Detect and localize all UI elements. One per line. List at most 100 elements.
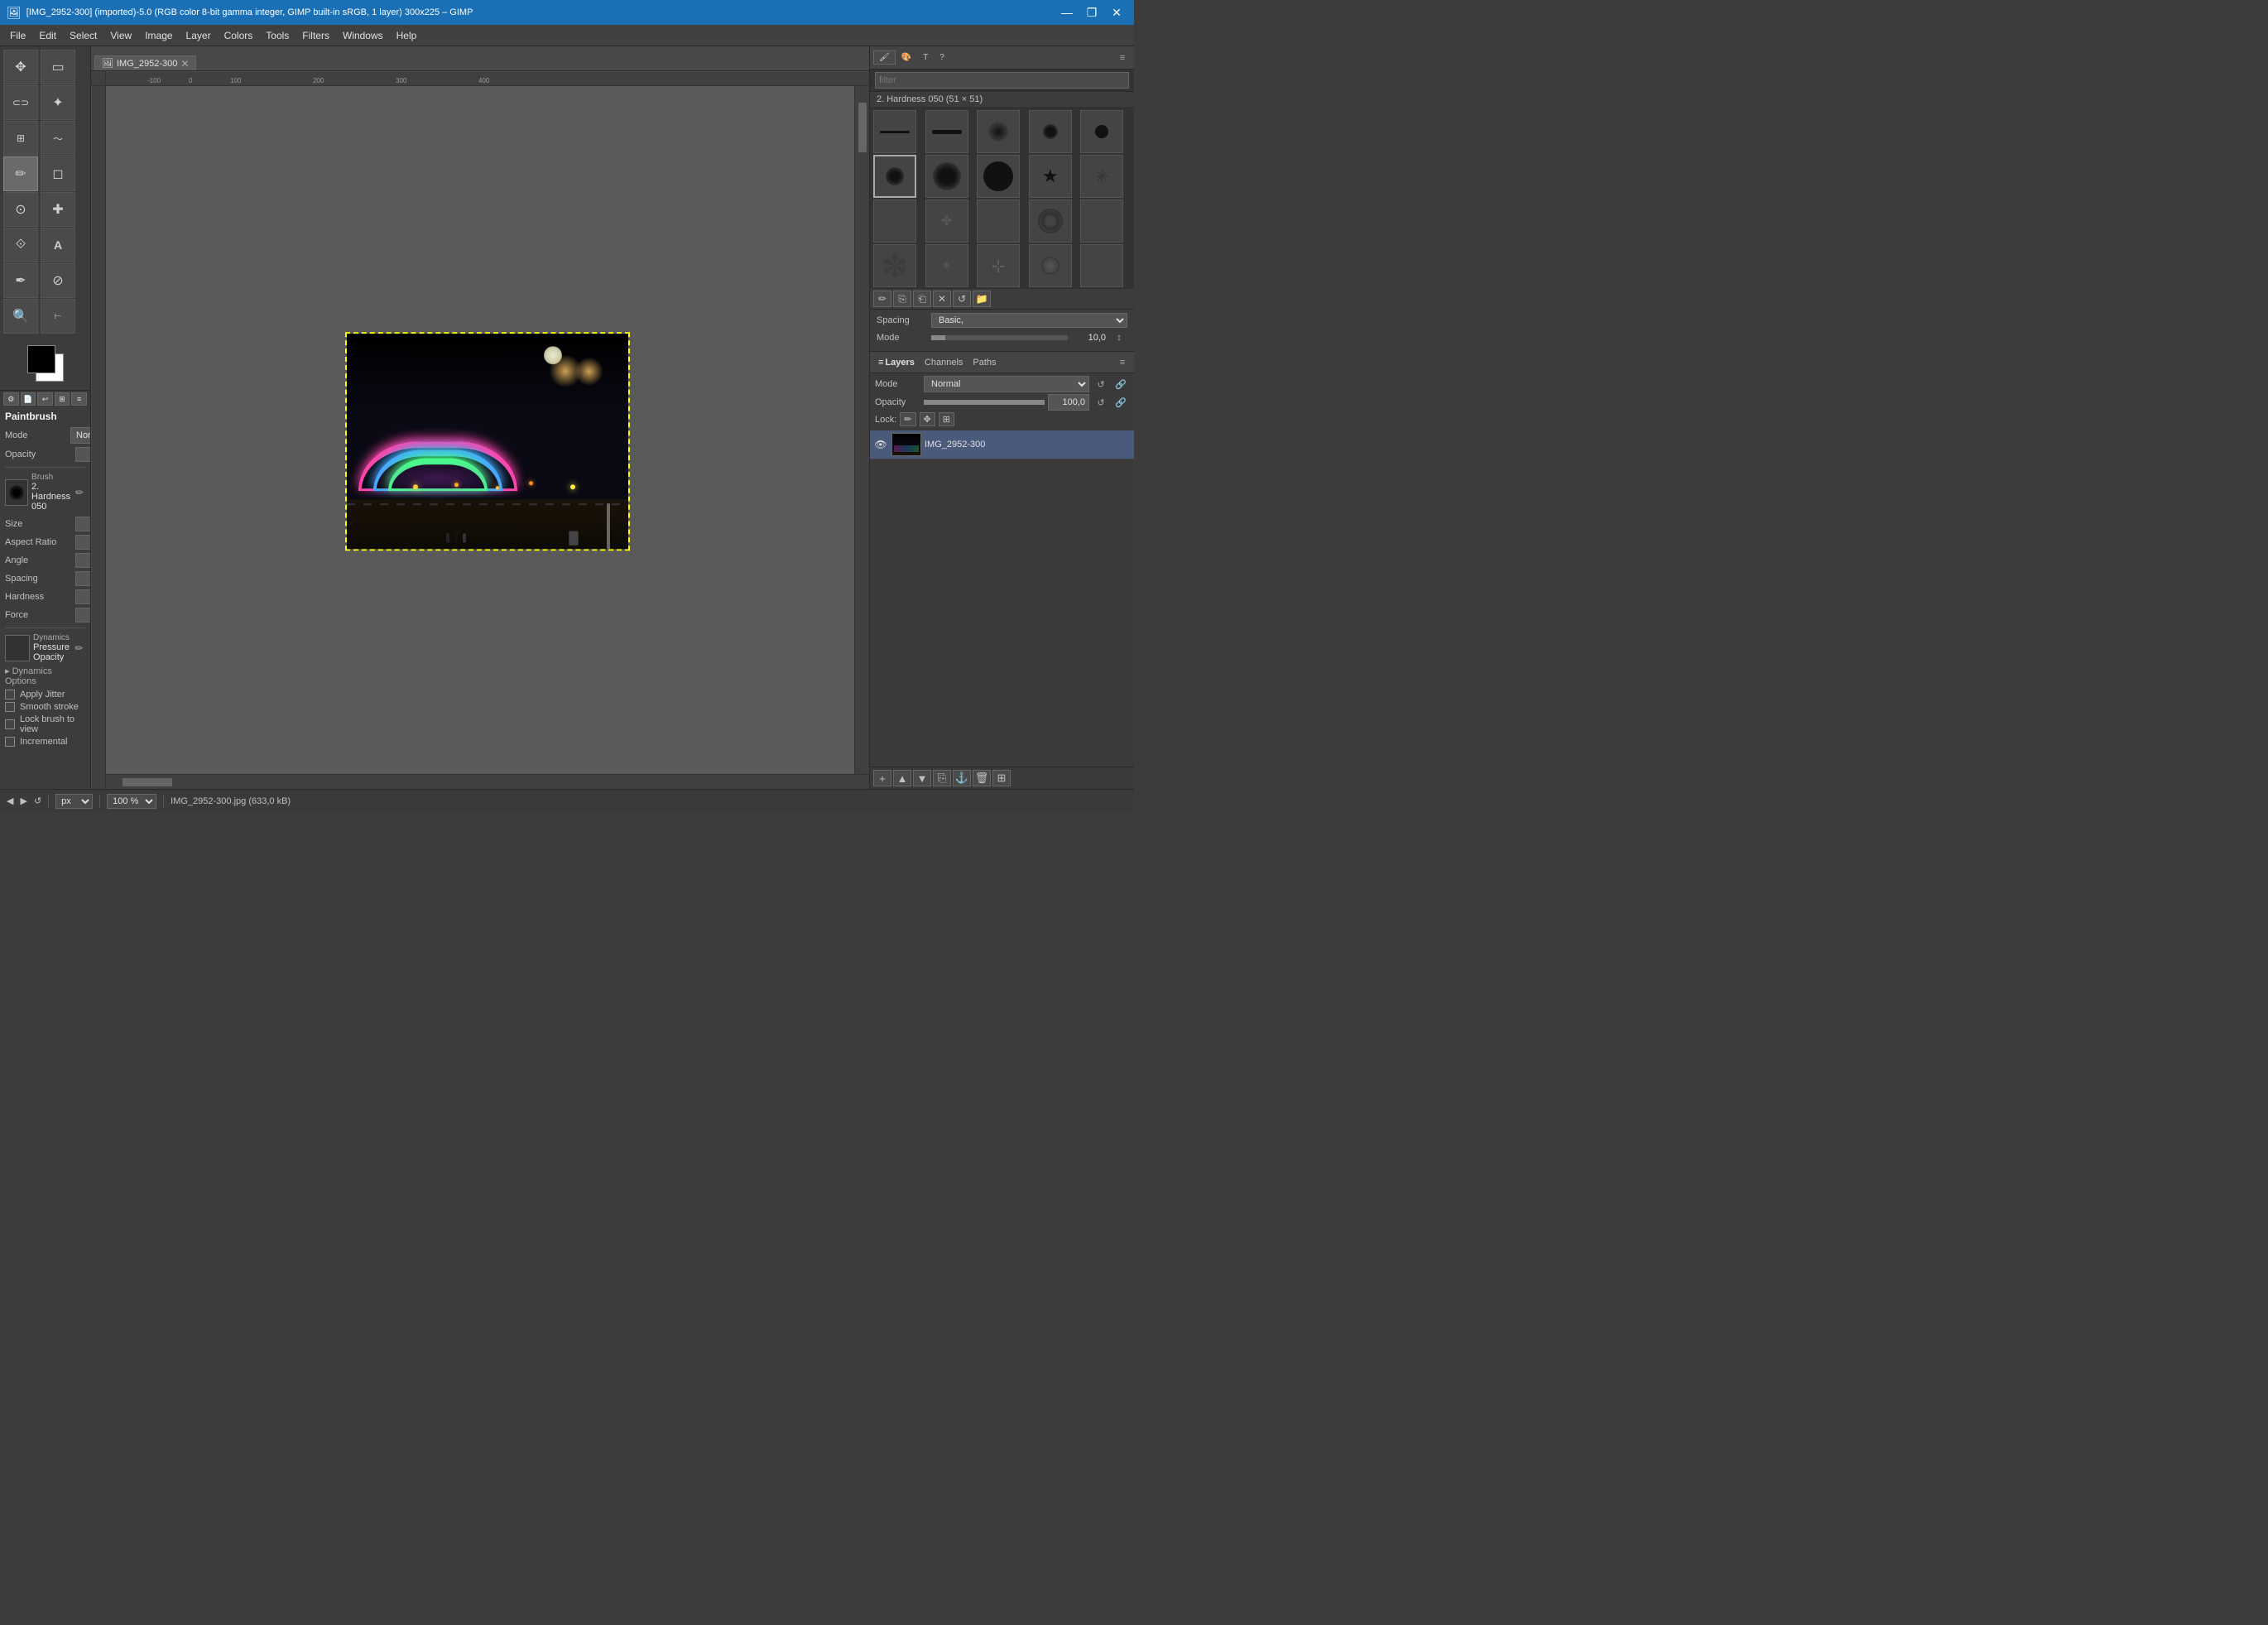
font-tab[interactable]: T bbox=[917, 50, 934, 65]
image-tab[interactable]: 🖼 IMG_2952-300 ✕ bbox=[94, 55, 196, 70]
undo-tab[interactable]: ↩ bbox=[37, 392, 53, 406]
tool-options-tab[interactable]: ⚙ bbox=[3, 392, 19, 406]
scrollbar-vertical[interactable] bbox=[854, 86, 869, 774]
delete-layer-button[interactable]: 🗑 bbox=[973, 770, 991, 786]
brush-cell-hard1[interactable] bbox=[1029, 110, 1072, 153]
healing-tool[interactable]: ✚ bbox=[41, 192, 75, 227]
align-tool[interactable]: ⊞ bbox=[3, 121, 38, 156]
scrollbar-h-thumb[interactable] bbox=[123, 778, 172, 786]
status-rotate-ccw[interactable]: ↺ bbox=[34, 796, 41, 806]
unit-select[interactable]: px mm bbox=[55, 794, 93, 809]
status-nav-next[interactable]: ▶ bbox=[20, 796, 26, 806]
layers-panel-menu[interactable]: ≡ bbox=[1114, 354, 1131, 371]
text-tool[interactable]: A bbox=[41, 228, 75, 262]
zoom-select[interactable]: 100 % 50 % 200 % bbox=[107, 794, 156, 809]
brush-cell-black[interactable] bbox=[977, 155, 1020, 198]
brush-cell-splat5[interactable] bbox=[1029, 200, 1072, 243]
lower-layer-button[interactable]: ▼ bbox=[913, 770, 931, 786]
help-tab[interactable]: ? bbox=[934, 50, 950, 65]
brush-cell-lg[interactable] bbox=[925, 155, 968, 198]
smooth-stroke-row[interactable]: Smooth stroke bbox=[5, 702, 85, 712]
measure-tool[interactable]: ⊢ bbox=[41, 299, 75, 334]
maximize-button[interactable]: ❐ bbox=[1081, 4, 1103, 21]
scrollbar-v-thumb[interactable] bbox=[858, 103, 867, 152]
menu-edit[interactable]: Edit bbox=[32, 28, 63, 43]
close-button[interactable]: ✕ bbox=[1106, 4, 1127, 21]
menu-windows[interactable]: Windows bbox=[336, 28, 390, 43]
layer-visibility-eye[interactable]: 👁 bbox=[873, 437, 888, 452]
brush-cell-splat6[interactable]: ✧ bbox=[1080, 200, 1123, 243]
document-tab[interactable]: 📄 bbox=[21, 392, 36, 406]
layers-opacity-link[interactable]: 🔗 bbox=[1112, 394, 1129, 411]
title-bar-controls[interactable]: — ❐ ✕ bbox=[1056, 4, 1127, 21]
brush-edit[interactable]: ✏ bbox=[74, 486, 85, 499]
menu-help[interactable]: Help bbox=[390, 28, 424, 43]
menu-colors[interactable]: Colors bbox=[218, 28, 260, 43]
brush-refresh-button[interactable]: ↺ bbox=[953, 291, 971, 307]
lock-alpha-button[interactable]: ⊞ bbox=[939, 412, 954, 426]
mode-select[interactable]: Normal bbox=[70, 427, 91, 444]
brush-cell-line2[interactable] bbox=[925, 110, 968, 153]
lock-brush-row[interactable]: Lock brush to view bbox=[5, 714, 85, 734]
force-input[interactable] bbox=[75, 608, 91, 623]
menu-filters[interactable]: Filters bbox=[296, 28, 336, 43]
size-input[interactable] bbox=[75, 517, 91, 531]
layers-opacity-input[interactable] bbox=[1048, 394, 1089, 411]
hardness-input[interactable] bbox=[75, 589, 91, 604]
paths-tab[interactable]: Paths bbox=[968, 356, 1001, 369]
brush-preview[interactable] bbox=[5, 479, 28, 506]
foreground-color-swatch[interactable] bbox=[27, 345, 55, 373]
brush-cell-splat9[interactable]: ⊹ bbox=[977, 244, 1020, 287]
brush-cell-splat11[interactable] bbox=[1080, 244, 1123, 287]
new-layer-button[interactable]: + bbox=[873, 770, 891, 786]
brush-cell-soft1[interactable] bbox=[977, 110, 1020, 153]
brush-filter-input[interactable] bbox=[875, 72, 1129, 89]
incremental-checkbox[interactable] bbox=[5, 737, 15, 747]
warp-tool[interactable]: 〜 bbox=[41, 121, 75, 156]
brush-cell-hard2[interactable] bbox=[1080, 110, 1123, 153]
status-nav-prev[interactable]: ◀ bbox=[7, 796, 13, 806]
brush-cell-splat4[interactable]: ✦ bbox=[977, 200, 1020, 243]
perspective-clone[interactable]: ⟐ bbox=[3, 228, 38, 262]
menu-tools[interactable]: Tools bbox=[259, 28, 296, 43]
aspect-input[interactable] bbox=[75, 535, 91, 550]
canvas-viewport[interactable] bbox=[106, 86, 869, 774]
canvas-image[interactable] bbox=[347, 334, 628, 549]
panel-menu-button[interactable]: ≡ bbox=[1114, 50, 1131, 66]
eraser-tool[interactable]: ◻ bbox=[41, 156, 75, 191]
apply-jitter-checkbox[interactable] bbox=[5, 690, 15, 700]
layers-mode-icon[interactable]: ↺ bbox=[1093, 376, 1109, 392]
dynamics-edit[interactable]: ✏ bbox=[73, 642, 85, 655]
opacity-input[interactable] bbox=[75, 447, 91, 462]
zoom-tool[interactable]: 🔍 bbox=[3, 299, 38, 334]
lock-brush-checkbox[interactable] bbox=[5, 719, 15, 729]
preset-select[interactable]: Basic, bbox=[931, 313, 1127, 328]
brushes-tab[interactable]: 🖌 bbox=[873, 50, 896, 65]
layers-mode-link[interactable]: 🔗 bbox=[1112, 376, 1129, 392]
brush-cell-splat1[interactable]: ✳ bbox=[1080, 155, 1123, 198]
lock-move-button[interactable]: ✥ bbox=[920, 412, 935, 426]
angle-input[interactable] bbox=[75, 553, 91, 568]
merge-layers-button[interactable]: ⊞ bbox=[992, 770, 1011, 786]
brush-new-button[interactable]: ✏ bbox=[873, 291, 891, 307]
brush-cell-splat3[interactable]: ✤ bbox=[925, 200, 968, 243]
layers-mode-select[interactable]: Normal bbox=[924, 376, 1089, 392]
menu-view[interactable]: View bbox=[103, 28, 138, 43]
brush-copy-button[interactable]: ⎘ bbox=[893, 291, 911, 307]
brush-cell-selected[interactable] bbox=[873, 155, 916, 198]
move-tool[interactable]: ✥ bbox=[3, 50, 38, 84]
smooth-stroke-checkbox[interactable] bbox=[5, 702, 15, 712]
scrollbar-horizontal[interactable] bbox=[106, 774, 869, 789]
paintbrush-tool[interactable]: ✏ bbox=[3, 156, 38, 191]
menu-select[interactable]: Select bbox=[63, 28, 103, 43]
raise-layer-button[interactable]: ▲ bbox=[893, 770, 911, 786]
colors-tab[interactable]: 🎨 bbox=[896, 50, 917, 65]
menu-file[interactable]: File bbox=[3, 28, 32, 43]
lock-paint-button[interactable]: ✏ bbox=[900, 412, 915, 426]
minimize-button[interactable]: — bbox=[1056, 4, 1078, 21]
brush-cell-splat7[interactable] bbox=[873, 244, 916, 287]
tab-close-button[interactable]: ✕ bbox=[180, 59, 189, 69]
brush-delete-button[interactable]: ✕ bbox=[933, 291, 951, 307]
layers-opacity-reset[interactable]: ↺ bbox=[1093, 394, 1109, 411]
apply-jitter-row[interactable]: Apply Jitter bbox=[5, 690, 85, 700]
